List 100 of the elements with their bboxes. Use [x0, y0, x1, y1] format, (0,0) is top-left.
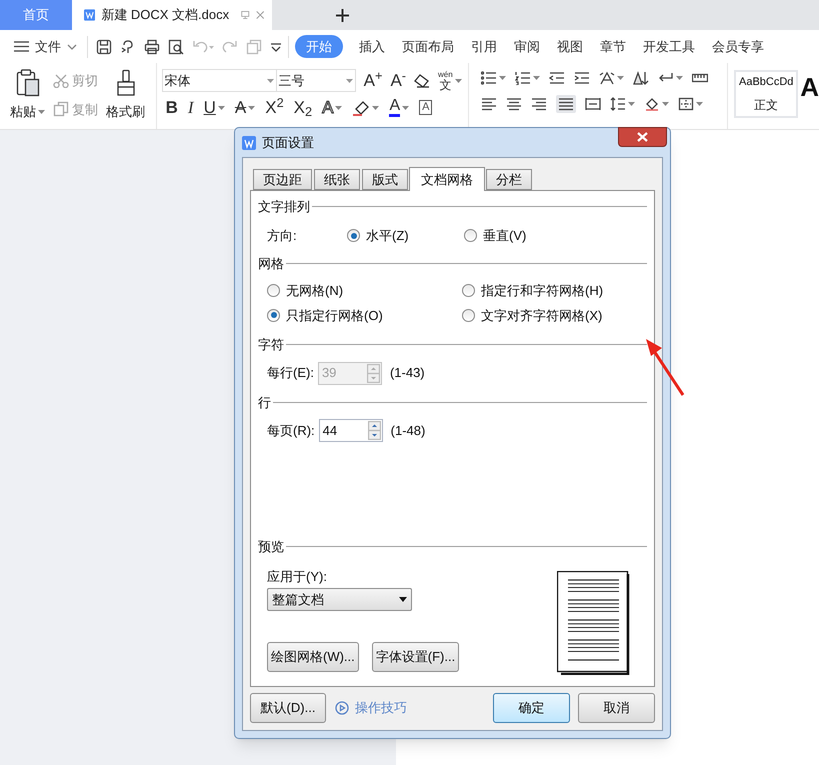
bullet-list-icon[interactable]: [480, 71, 497, 85]
ribbon-tab[interactable]: 审阅: [513, 36, 541, 56]
radio-label: 指定行和字符网格(H): [481, 282, 604, 300]
style-preview[interactable]: A: [800, 70, 819, 129]
increase-indent-icon[interactable]: [574, 71, 590, 85]
radio-button[interactable]: [462, 284, 475, 298]
format-button[interactable]: X$_{2}$: [294, 99, 312, 116]
borders-icon[interactable]: [678, 97, 694, 111]
style-card[interactable]: AaBbCcDd 正文: [734, 70, 798, 118]
format-button[interactable]: A: [322, 99, 334, 116]
spinner-icon[interactable]: [368, 421, 381, 440]
field-label: 方向:: [267, 226, 298, 245]
save-icon[interactable]: [96, 38, 112, 54]
ok-button[interactable]: 确定: [493, 693, 570, 723]
number-field[interactable]: 44: [318, 419, 383, 442]
document-logo-icon: [84, 7, 96, 23]
format-button[interactable]: B: [166, 99, 178, 116]
decrease-indent-icon[interactable]: [548, 71, 565, 85]
grow-font-button[interactable]: A$^{+}$: [364, 72, 382, 89]
caret-icon[interactable]: [218, 106, 225, 110]
caret-icon[interactable]: [335, 106, 342, 110]
print-preview-icon[interactable]: [168, 38, 184, 54]
format-button[interactable]: I: [188, 99, 194, 116]
font-color-button[interactable]: A: [389, 98, 400, 117]
caret-icon[interactable]: [498, 76, 506, 80]
text-direction-icon[interactable]: [598, 71, 615, 85]
dialog-button[interactable]: 绘图网格(W)...: [267, 642, 359, 672]
radio-button[interactable]: [267, 308, 280, 322]
justify-icon: [558, 97, 574, 111]
apply-to-dropdown[interactable]: 整篇文档: [267, 588, 412, 611]
caret-icon[interactable]: [248, 106, 256, 110]
ribbon-tab[interactable]: 视图: [556, 36, 584, 56]
print-icon[interactable]: [144, 38, 160, 54]
caret-icon[interactable]: [676, 76, 683, 80]
format-button[interactable]: A: [234, 99, 246, 116]
caret-icon[interactable]: [38, 110, 45, 114]
sort-icon[interactable]: [632, 71, 649, 85]
close-icon[interactable]: [256, 9, 264, 21]
shading-icon[interactable]: [644, 97, 660, 111]
format-button[interactable]: X$^{2}$: [265, 99, 284, 116]
radio-button[interactable]: [347, 229, 360, 242]
radio-label: 水平(Z): [366, 226, 409, 245]
ribbon-tab[interactable]: 章节: [599, 36, 627, 56]
caret-icon[interactable]: [532, 76, 540, 80]
ribbon-tab[interactable]: 插入: [358, 36, 386, 56]
paint-brush-icon[interactable]: [116, 69, 136, 97]
caret-icon[interactable]: [454, 78, 462, 82]
dialog-tab[interactable]: 页边距: [253, 169, 312, 190]
caret-icon[interactable]: [628, 102, 635, 106]
caret-icon[interactable]: [372, 106, 380, 110]
default-button[interactable]: 默认(D)...: [250, 693, 326, 723]
clipboard-icon[interactable]: [16, 69, 40, 97]
shrink-font-button[interactable]: A$^{-}$: [390, 72, 406, 89]
justify-button[interactable]: [556, 95, 576, 113]
format-button[interactable]: U: [204, 99, 216, 116]
align-center-icon[interactable]: [506, 97, 522, 111]
document-tab[interactable]: 新建 DOCX 文档.docx: [72, 0, 272, 30]
eraser-icon[interactable]: [414, 74, 430, 88]
caret-icon[interactable]: [696, 102, 703, 106]
dropdown-icon[interactable]: [270, 42, 282, 52]
ribbon-tab[interactable]: 会员专享: [711, 36, 765, 56]
dialog-button[interactable]: 字体设置(F)...: [372, 642, 460, 672]
radio-label: 无网格(N): [286, 282, 344, 300]
caret-icon[interactable]: [402, 106, 410, 110]
range-hint: (1-48): [390, 422, 426, 440]
plus-icon[interactable]: [336, 8, 349, 22]
caret-icon[interactable]: [662, 102, 669, 106]
section-heading: 字符: [258, 336, 284, 354]
numbered-list-icon[interactable]: [514, 71, 531, 85]
align-left-icon[interactable]: [480, 97, 497, 111]
radio-button[interactable]: [462, 308, 475, 322]
section-heading: 文字排列: [258, 198, 310, 216]
play-circle-icon[interactable]: [335, 701, 349, 715]
character-border-button[interactable]: A: [419, 100, 432, 115]
dialog-tab[interactable]: 版式: [362, 169, 408, 190]
dialog-tab[interactable]: 分栏: [486, 169, 532, 190]
highlighter-icon[interactable]: [352, 100, 370, 116]
radio-button[interactable]: [267, 284, 280, 298]
ribbon-tab[interactable]: 页面布局: [401, 36, 455, 56]
file-menu[interactable]: 文件: [35, 36, 61, 56]
ribbon-tab[interactable]: 开发工具: [642, 36, 696, 56]
tab-title: 新建 DOCX 文档.docx: [101, 6, 230, 24]
line-spacing-icon[interactable]: [610, 97, 626, 111]
section-heading: 行: [258, 394, 271, 412]
dialog-tab[interactable]: 文档网格: [409, 167, 485, 191]
ruler-icon[interactable]: [692, 71, 708, 85]
radio-label: 文字对齐字符网格(X): [481, 306, 602, 325]
pinyin-button[interactable]: wén 文: [438, 70, 453, 90]
radio-button[interactable]: [464, 229, 477, 242]
cancel-button[interactable]: 取消: [578, 693, 655, 723]
caret-icon[interactable]: [616, 76, 624, 80]
dialog-title: 页面设置: [262, 134, 314, 152]
ribbon-tab[interactable]: 引用: [470, 36, 498, 56]
close-button[interactable]: [618, 127, 667, 147]
dialog-tab[interactable]: 纸张: [314, 169, 360, 190]
distribute-icon[interactable]: [584, 97, 601, 111]
align-right-icon[interactable]: [530, 97, 547, 111]
format-painter-button[interactable]: 格式刷: [106, 102, 145, 122]
field-label: 每行(E):: [267, 364, 314, 382]
paste-button[interactable]: 粘贴: [10, 102, 36, 122]
